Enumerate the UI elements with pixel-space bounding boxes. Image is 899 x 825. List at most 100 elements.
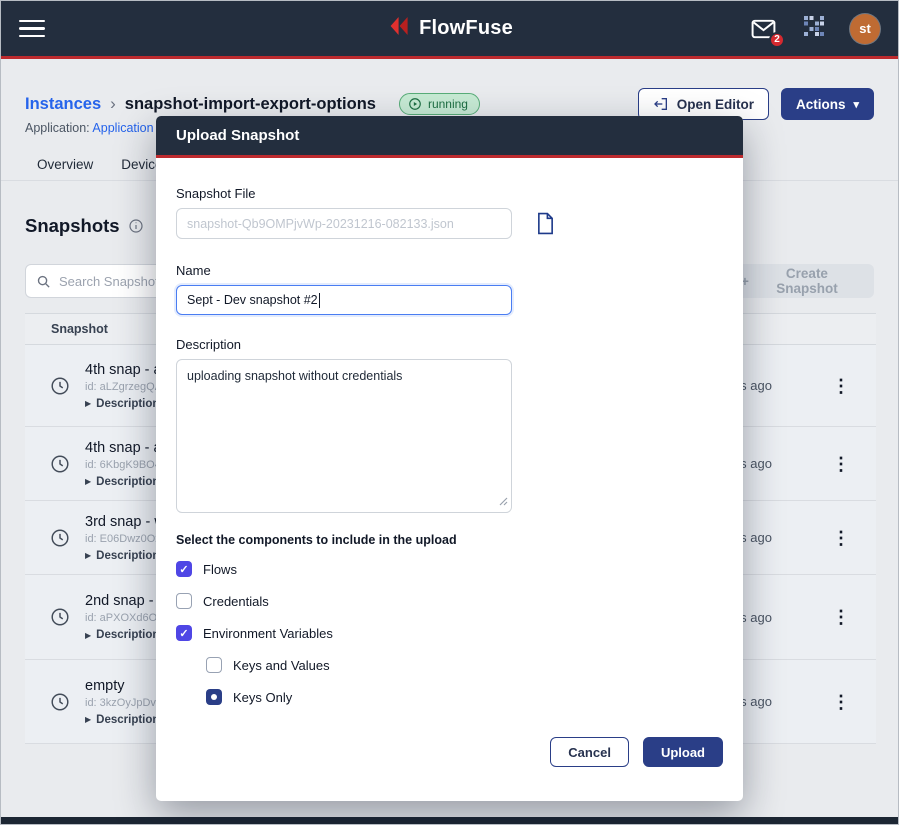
create-snapshot-label: Create Snapshot bbox=[756, 266, 858, 296]
snapshot-name: 3rd snap - w bbox=[85, 514, 167, 530]
caret-right-icon: ▶ bbox=[85, 551, 91, 560]
description-label: Description bbox=[96, 714, 159, 726]
option-environment-variables[interactable]: ✓ Environment Variables bbox=[176, 625, 723, 641]
kebab-menu-icon[interactable]: ⋮ bbox=[826, 453, 856, 475]
breadcrumb-separator: › bbox=[110, 94, 116, 114]
running-icon bbox=[408, 97, 422, 111]
kebab-menu-icon[interactable]: ⋮ bbox=[826, 527, 856, 549]
description-label: Description bbox=[96, 550, 159, 562]
status-badge: running bbox=[399, 93, 480, 115]
top-navbar: FlowFuse 2 bbox=[1, 1, 898, 59]
description-label: Description bbox=[96, 629, 159, 641]
caret-right-icon: ▶ bbox=[85, 715, 91, 724]
snapshots-section-header: Snapshots bbox=[25, 215, 144, 237]
description-expander[interactable]: ▶ Description bbox=[85, 550, 167, 562]
flowfuse-logo-icon bbox=[386, 14, 410, 43]
name-input[interactable]: Sept - Dev snapshot #2 bbox=[176, 285, 512, 315]
user-avatar[interactable]: st bbox=[850, 14, 880, 44]
application-label: Application: bbox=[25, 121, 90, 135]
dialog-footer: Cancel Upload bbox=[176, 737, 723, 767]
snapshot-id: id: E06Dwz0Oxp bbox=[85, 533, 167, 545]
snapshots-title: Snapshots bbox=[25, 215, 120, 237]
description-expander[interactable]: ▶ Description bbox=[85, 398, 162, 410]
clock-icon bbox=[49, 527, 71, 549]
snapshot-name: 4th snap - a bbox=[85, 440, 167, 456]
clock-icon bbox=[49, 375, 71, 397]
clock-icon bbox=[49, 453, 71, 475]
description-expander[interactable]: ▶ Description bbox=[85, 476, 167, 488]
description-label: Description bbox=[96, 476, 159, 488]
dialog-title: Upload Snapshot bbox=[176, 127, 299, 144]
keys-only-label: Keys Only bbox=[233, 690, 292, 705]
hamburger-menu-icon[interactable] bbox=[19, 20, 45, 38]
keys-and-values-radio[interactable] bbox=[206, 657, 222, 673]
snapshot-id: id: 3kzOyJpDvM bbox=[85, 697, 165, 709]
cancel-button[interactable]: Cancel bbox=[550, 737, 629, 767]
tab-overview[interactable]: Overview bbox=[37, 157, 93, 172]
snapshot-id: id: 6KbgK9BO4a bbox=[85, 459, 167, 471]
description-expander[interactable]: ▶ Description bbox=[85, 714, 165, 726]
info-icon[interactable] bbox=[128, 218, 144, 234]
keys-only-radio[interactable] bbox=[206, 689, 222, 705]
description-label: Description bbox=[176, 337, 723, 352]
kebab-menu-icon[interactable]: ⋮ bbox=[826, 375, 856, 397]
upload-button[interactable]: Upload bbox=[643, 737, 723, 767]
keys-and-values-label: Keys and Values bbox=[233, 658, 330, 673]
environment-variables-checkbox[interactable]: ✓ bbox=[176, 625, 192, 641]
description-label: Description bbox=[96, 398, 159, 410]
app-window: FlowFuse 2 bbox=[0, 0, 899, 825]
credentials-label: Credentials bbox=[203, 594, 269, 609]
check-icon: ✓ bbox=[179, 627, 188, 640]
option-keys-only[interactable]: Keys Only bbox=[206, 689, 723, 705]
option-flows[interactable]: ✓ Flows bbox=[176, 561, 723, 577]
page-title: snapshot-import-export-options bbox=[125, 95, 376, 114]
application-row: Application: Application bbox=[25, 121, 154, 135]
caret-right-icon: ▶ bbox=[85, 631, 91, 640]
kebab-menu-icon[interactable]: ⋮ bbox=[826, 691, 856, 713]
check-icon: ✓ bbox=[179, 563, 188, 576]
chevron-down-icon: ▾ bbox=[853, 98, 859, 111]
name-value: Sept - Dev snapshot #2 bbox=[187, 293, 318, 307]
apps-grid-icon bbox=[802, 14, 826, 43]
open-editor-icon bbox=[653, 96, 669, 112]
snapshot-name: 4th snap - a bbox=[85, 362, 162, 378]
text-caret bbox=[319, 293, 320, 308]
dialog-header: Upload Snapshot bbox=[156, 116, 743, 158]
option-keys-and-values[interactable]: Keys and Values bbox=[206, 657, 723, 673]
snapshot-id: id: aLZgrzegQA bbox=[85, 381, 162, 393]
flows-checkbox[interactable]: ✓ bbox=[176, 561, 192, 577]
snapshot-file-label: Snapshot File bbox=[176, 186, 723, 201]
actions-label: Actions bbox=[796, 97, 846, 112]
credentials-checkbox[interactable] bbox=[176, 593, 192, 609]
snapshot-file-input bbox=[176, 208, 512, 239]
notification-count-badge: 2 bbox=[769, 32, 785, 48]
choose-file-button[interactable] bbox=[536, 212, 555, 235]
file-document-icon bbox=[536, 212, 555, 235]
notifications-button[interactable]: 2 bbox=[750, 17, 778, 41]
brand-logo[interactable]: FlowFuse bbox=[386, 14, 513, 43]
breadcrumb-instances-link[interactable]: Instances bbox=[25, 95, 101, 114]
description-textarea[interactable]: uploading snapshot without credentials bbox=[176, 359, 512, 513]
components-heading: Select the components to include in the … bbox=[176, 533, 723, 547]
brand-name: FlowFuse bbox=[419, 17, 513, 40]
kebab-menu-icon[interactable]: ⋮ bbox=[826, 606, 856, 628]
open-editor-label: Open Editor bbox=[677, 97, 754, 112]
breadcrumb: Instances › snapshot-import-export-optio… bbox=[25, 93, 480, 115]
clock-icon bbox=[49, 691, 71, 713]
snapshot-name: empty bbox=[85, 678, 165, 694]
clock-icon bbox=[49, 606, 71, 628]
option-credentials[interactable]: Credentials bbox=[176, 593, 723, 609]
upload-snapshot-dialog: Upload Snapshot Snapshot File Name Sept … bbox=[156, 116, 743, 801]
search-icon bbox=[36, 274, 51, 289]
name-label: Name bbox=[176, 263, 723, 278]
environment-variables-label: Environment Variables bbox=[203, 626, 333, 641]
create-snapshot-button[interactable]: + Create Snapshot bbox=[725, 264, 874, 298]
actions-dropdown-button[interactable]: Actions ▾ bbox=[781, 88, 874, 120]
status-badge-label: running bbox=[428, 97, 468, 111]
application-link[interactable]: Application bbox=[92, 121, 153, 135]
caret-right-icon: ▶ bbox=[85, 399, 91, 408]
caret-right-icon: ▶ bbox=[85, 477, 91, 486]
bottom-edge bbox=[1, 817, 898, 824]
column-snapshot: Snapshot bbox=[51, 322, 108, 336]
apps-grid-button[interactable] bbox=[802, 14, 826, 43]
